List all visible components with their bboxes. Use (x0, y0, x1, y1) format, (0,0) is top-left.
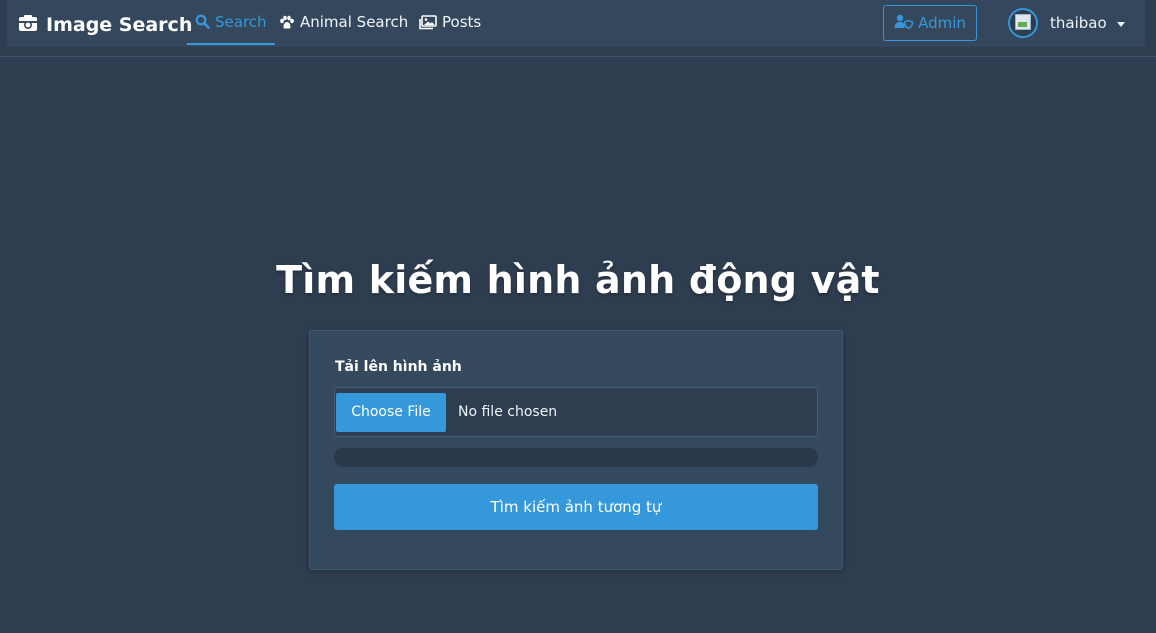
search-similar-button[interactable]: Tìm kiếm ảnh tương tự (334, 484, 818, 530)
caret-down-icon (1116, 21, 1125, 27)
images-icon (419, 14, 437, 30)
nav-link-animal-search-label: Animal Search (300, 13, 409, 31)
nav-link-animal-search[interactable]: Animal Search (279, 0, 408, 44)
navbar-wrapper: Image Search Search Animal Search Posts … (0, 0, 1156, 57)
paw-icon (279, 15, 295, 30)
broken-image-icon (1015, 14, 1031, 30)
nav-link-search[interactable]: Search (187, 0, 275, 45)
choose-file-button[interactable]: Choose File (336, 392, 446, 432)
nav-link-search-label: Search (215, 12, 267, 31)
avatar (1008, 8, 1038, 38)
nav-link-posts-label: Posts (442, 13, 482, 31)
file-input[interactable]: Choose File No file chosen (334, 387, 818, 437)
username: thaibao (1050, 14, 1107, 32)
admin-button[interactable]: Admin (883, 5, 977, 41)
page-title: Tìm kiếm hình ảnh động vật (276, 258, 880, 302)
camera-icon (18, 14, 38, 37)
upload-card: Tải lên hình ảnh Choose File No file cho… (309, 330, 843, 570)
search-icon (195, 14, 210, 29)
upload-progress-bar (334, 448, 818, 467)
navbar: Image Search Search Animal Search Posts … (7, 0, 1145, 47)
nav-link-posts[interactable]: Posts (419, 0, 481, 44)
admin-button-label: Admin (918, 14, 966, 32)
file-status: No file chosen (458, 404, 558, 420)
user-shield-icon (894, 14, 914, 33)
user-menu[interactable]: thaibao (1008, 7, 1125, 39)
brand-label: Image Search (46, 14, 193, 36)
brand[interactable]: Image Search (18, 12, 192, 38)
upload-label: Tải lên hình ảnh (335, 359, 462, 375)
